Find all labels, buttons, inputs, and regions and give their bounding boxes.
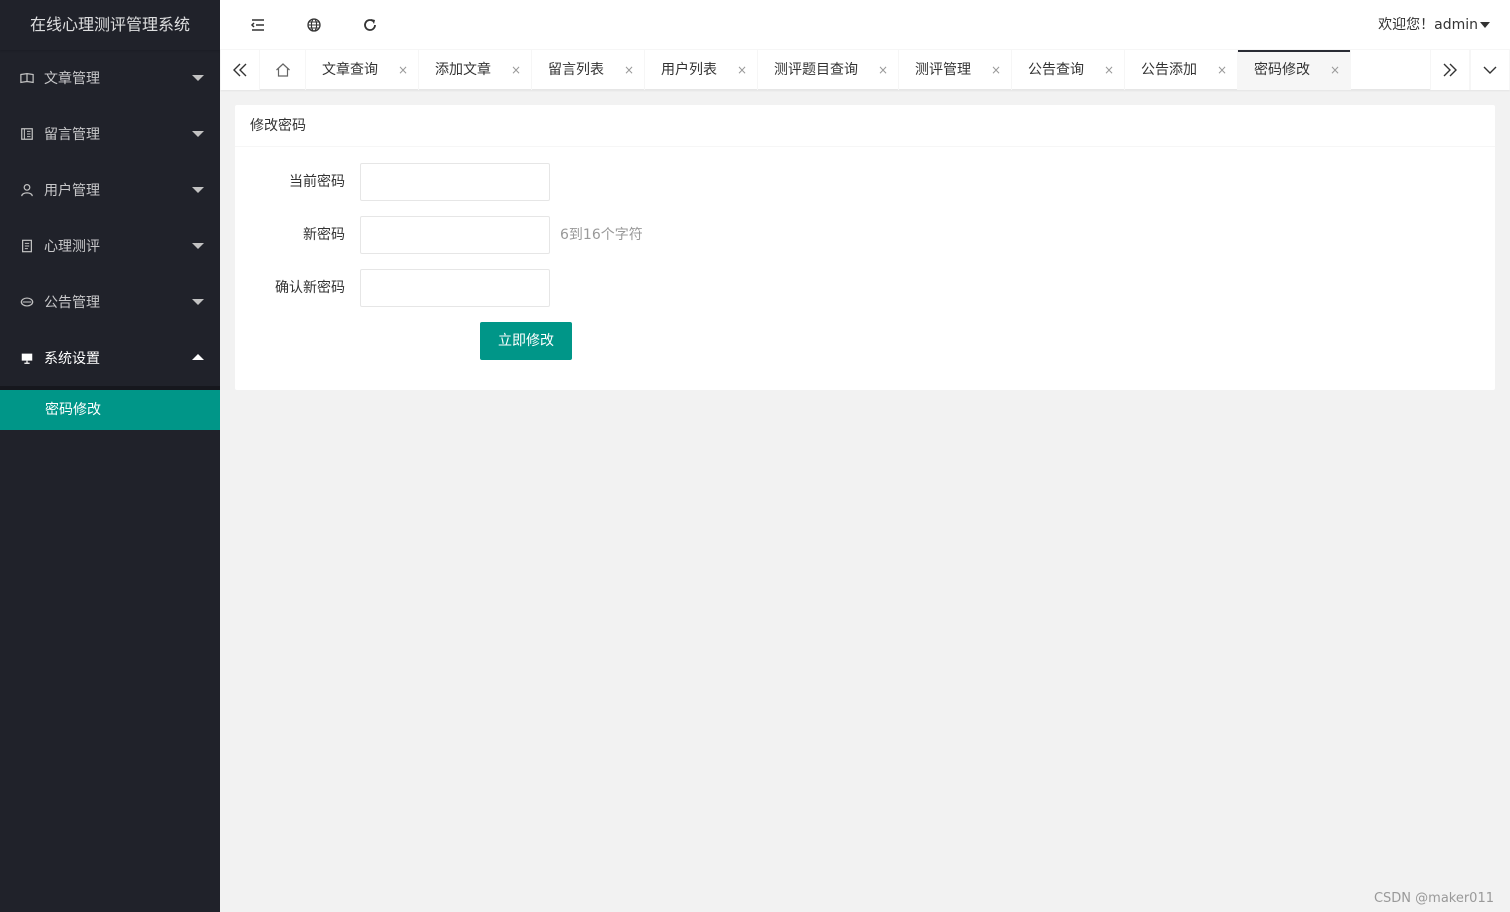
close-icon[interactable]: × xyxy=(1217,50,1227,90)
tab-article-query[interactable]: 文章查询 × xyxy=(306,50,419,90)
tab-label: 测评管理 xyxy=(915,62,971,78)
top-header: 欢迎您！admin xyxy=(220,0,1510,50)
caret-down-icon xyxy=(192,75,204,81)
current-password-input[interactable] xyxy=(360,163,550,201)
speaker-icon xyxy=(20,295,34,309)
close-icon[interactable]: × xyxy=(878,50,888,90)
close-icon[interactable]: × xyxy=(511,50,521,90)
book-icon xyxy=(20,127,34,141)
close-icon[interactable]: × xyxy=(1330,50,1340,90)
new-password-label: 新密码 xyxy=(303,227,345,243)
menu-fold-button[interactable] xyxy=(233,0,283,50)
current-password-row: 当前密码 xyxy=(235,163,835,201)
sidebar: 在线心理测评管理系统 文章管理 留言管理 用户管理 心理测评 公告管理 系统设置… xyxy=(0,0,220,912)
sidebar-item-users[interactable]: 用户管理 xyxy=(0,162,220,218)
refresh-icon xyxy=(364,19,376,31)
sidebar-item-label: 文章管理 xyxy=(44,71,100,87)
tab-notice-query[interactable]: 公告查询 × xyxy=(1012,50,1125,90)
close-icon[interactable]: × xyxy=(991,50,1001,90)
caret-down-icon xyxy=(192,187,204,193)
sidebar-item-notices[interactable]: 公告管理 xyxy=(0,274,220,330)
caret-down-icon xyxy=(192,243,204,249)
close-icon[interactable]: × xyxy=(737,50,747,90)
tabs-dropdown-button[interactable] xyxy=(1470,50,1510,90)
refresh-button[interactable] xyxy=(345,0,395,50)
user-menu[interactable]: 欢迎您！admin xyxy=(1378,0,1478,50)
sidebar-item-messages[interactable]: 留言管理 xyxy=(0,106,220,162)
form-icon xyxy=(20,239,34,253)
caret-down-icon xyxy=(192,131,204,137)
reading-icon xyxy=(20,71,34,85)
chevron-down-icon xyxy=(1483,66,1497,74)
globe-icon xyxy=(307,18,321,32)
sidebar-item-label: 心理测评 xyxy=(44,239,100,255)
page-tabs: 文章查询 × 添加文章 × 留言列表 × 用户列表 × 测评题目查询 × 测评管… xyxy=(220,50,1510,90)
close-icon[interactable]: × xyxy=(624,50,634,90)
monitor-icon xyxy=(20,351,34,365)
double-chevron-right-icon xyxy=(1443,63,1457,77)
tab-change-password[interactable]: 密码修改 × xyxy=(1238,50,1351,90)
tab-label: 添加文章 xyxy=(435,62,491,78)
tab-label: 公告添加 xyxy=(1141,62,1197,78)
tab-message-list[interactable]: 留言列表 × xyxy=(532,50,645,90)
tab-add-article[interactable]: 添加文章 × xyxy=(419,50,532,90)
user-icon xyxy=(20,183,34,197)
close-icon[interactable]: × xyxy=(398,50,408,90)
card-title: 修改密码 xyxy=(235,105,1495,147)
close-icon[interactable]: × xyxy=(1104,50,1114,90)
sidebar-subitem-change-password[interactable]: 密码修改 xyxy=(0,390,220,430)
tab-list: 文章查询 × 添加文章 × 留言列表 × 用户列表 × 测评题目查询 × 测评管… xyxy=(260,50,1351,90)
tabs-scroll-left-button[interactable] xyxy=(220,50,260,90)
new-password-row: 新密码 6到16个字符 xyxy=(235,216,835,254)
tab-home[interactable] xyxy=(260,50,306,90)
caret-down-icon xyxy=(1480,22,1490,28)
caret-up-icon xyxy=(192,354,204,360)
change-password-card: 修改密码 当前密码 新密码 6到16个字符 确认新密码 立即修改 xyxy=(235,105,1495,390)
sidebar-item-label: 系统设置 xyxy=(44,351,100,367)
submit-button[interactable]: 立即修改 xyxy=(480,322,572,360)
confirm-password-input[interactable] xyxy=(360,269,550,307)
settings-submenu: 密码修改 xyxy=(0,386,220,430)
confirm-password-label: 确认新密码 xyxy=(275,280,345,296)
tab-notice-add[interactable]: 公告添加 × xyxy=(1125,50,1238,90)
menu-fold-icon xyxy=(250,19,264,31)
tab-label: 文章查询 xyxy=(322,62,378,78)
sidebar-item-label: 用户管理 xyxy=(44,183,100,199)
double-chevron-left-icon xyxy=(233,63,247,77)
confirm-password-row: 确认新密码 xyxy=(235,269,835,307)
tab-assessment-management[interactable]: 测评管理 × xyxy=(899,50,1012,90)
home-icon xyxy=(275,63,290,77)
sidebar-item-settings[interactable]: 系统设置 xyxy=(0,330,220,386)
sidebar-item-label: 公告管理 xyxy=(44,295,100,311)
app-logo-title[interactable]: 在线心理测评管理系统 xyxy=(0,0,220,50)
tab-label: 测评题目查询 xyxy=(774,62,858,78)
tab-label: 密码修改 xyxy=(1254,62,1310,78)
tab-question-query[interactable]: 测评题目查询 × xyxy=(758,50,899,90)
new-password-input[interactable] xyxy=(360,216,550,254)
tab-label: 用户列表 xyxy=(661,62,717,78)
current-password-label: 当前密码 xyxy=(289,174,345,190)
sidebar-item-label: 留言管理 xyxy=(44,127,100,143)
tab-label: 公告查询 xyxy=(1028,62,1084,78)
sidebar-item-assessment[interactable]: 心理测评 xyxy=(0,218,220,274)
caret-down-icon xyxy=(192,299,204,305)
tab-label: 留言列表 xyxy=(548,62,604,78)
new-password-hint: 6到16个字符 xyxy=(560,227,643,243)
watermark: CSDN @maker011 xyxy=(1373,891,1494,906)
tab-user-list[interactable]: 用户列表 × xyxy=(645,50,758,90)
sidebar-item-articles[interactable]: 文章管理 xyxy=(0,50,220,106)
tabs-scroll-right-button[interactable] xyxy=(1430,50,1470,90)
website-button[interactable] xyxy=(289,0,339,50)
